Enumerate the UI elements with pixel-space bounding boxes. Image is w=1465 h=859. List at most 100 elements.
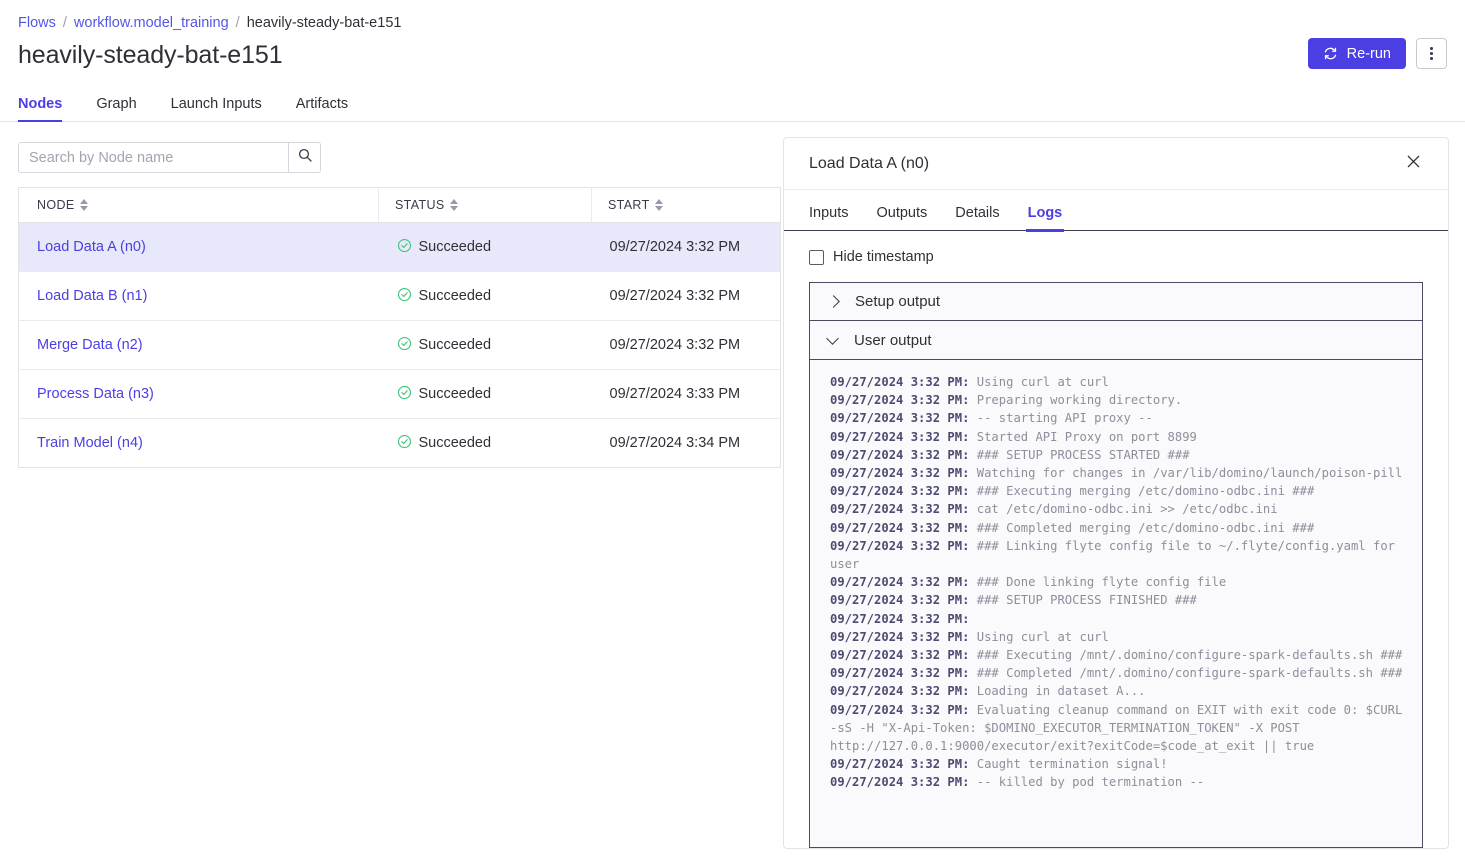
status-badge: Succeeded: [397, 336, 592, 355]
log-line: 09/27/2024 3:32 PM:: [830, 610, 1408, 628]
success-check-icon: [397, 434, 412, 453]
success-check-icon: [397, 336, 412, 355]
status-label: Succeeded: [418, 337, 492, 353]
node-link[interactable]: Load Data B (n1): [37, 288, 147, 304]
log-message: Loading in dataset A...: [969, 684, 1146, 699]
log-message: ### Done linking flyte config file: [969, 575, 1227, 590]
log-message: ### Executing merging /etc/domino-odbc.i…: [969, 484, 1315, 499]
tab-launch-inputs[interactable]: Launch Inputs: [171, 96, 262, 121]
refresh-icon: [1323, 46, 1338, 61]
search-input[interactable]: [18, 142, 288, 173]
log-message: ### SETUP PROCESS STARTED ###: [969, 447, 1190, 462]
panel-title: Load Data A (n0): [809, 154, 930, 172]
log-line: 09/27/2024 3:32 PM: ### Completed mergin…: [830, 519, 1408, 537]
log-line: 09/27/2024 3:32 PM: Started API Proxy on…: [830, 428, 1408, 446]
log-line: 09/27/2024 3:32 PM: Watching for changes…: [830, 464, 1408, 482]
hide-timestamp-row: Hide timestamp: [784, 231, 1448, 265]
log-timestamp: 09/27/2024 3:32 PM:: [830, 575, 970, 590]
status-badge: Succeeded: [397, 238, 592, 257]
log-message: -- killed by pod termination --: [969, 775, 1205, 790]
log-line: 09/27/2024 3:32 PM: Loading in dataset A…: [830, 682, 1408, 700]
table-row[interactable]: Merge Data (n2) Succeeded 09/27/2024 3:3…: [18, 320, 781, 370]
status-badge: Succeeded: [397, 287, 592, 306]
success-check-icon: [397, 238, 412, 257]
status-label: Succeeded: [418, 239, 492, 255]
accordion-user-output[interactable]: User output: [809, 321, 1423, 360]
log-line: 09/27/2024 3:32 PM: cat /etc/domino-odbc…: [830, 500, 1408, 518]
close-panel-button[interactable]: [1401, 152, 1425, 176]
log-timestamp: 09/27/2024 3:32 PM:: [830, 502, 970, 517]
breadcrumb-item-current: heavily-steady-bat-e151: [246, 15, 402, 31]
status-label: Succeeded: [418, 288, 492, 304]
kebab-menu-icon: [1430, 47, 1433, 60]
search-row: [18, 142, 764, 173]
accordion-user-output-label: User output: [854, 331, 932, 349]
table-row[interactable]: Train Model (n4) Succeeded 09/27/2024 3:…: [19, 419, 781, 468]
node-link[interactable]: Merge Data (n2): [37, 337, 143, 353]
panel-tab-outputs[interactable]: Outputs: [877, 205, 928, 230]
start-time: 09/27/2024 3:33 PM: [609, 386, 741, 402]
sort-icon[interactable]: [654, 199, 663, 211]
nodes-pane: NODE STATUS START: [0, 122, 782, 468]
panel-tab-logs[interactable]: Logs: [1025, 205, 1064, 232]
log-timestamp: 09/27/2024 3:32 PM:: [830, 484, 970, 499]
log-message: Watching for changes in /var/lib/domino/…: [969, 466, 1403, 481]
sort-icon[interactable]: [79, 199, 88, 211]
log-line: 09/27/2024 3:32 PM: -- killed by pod ter…: [830, 773, 1408, 791]
log-timestamp: 09/27/2024 3:32 PM:: [830, 775, 970, 790]
re-run-button[interactable]: Re-run: [1307, 38, 1406, 69]
column-header-start[interactable]: START: [591, 187, 781, 223]
more-options-button[interactable]: [1416, 38, 1447, 69]
log-timestamp: 09/27/2024 3:32 PM:: [830, 375, 970, 389]
chevron-right-icon: [827, 295, 840, 308]
tab-graph[interactable]: Graph: [96, 96, 136, 121]
re-run-label: Re-run: [1346, 45, 1391, 62]
status-badge: Succeeded: [397, 434, 592, 453]
tab-artifacts[interactable]: Artifacts: [296, 96, 348, 121]
table-row[interactable]: Load Data B (n1) Succeeded 09/27/2024 3:…: [18, 271, 781, 321]
panel-header: Load Data A (n0): [784, 138, 1448, 190]
log-line: 09/27/2024 3:32 PM: ### Executing /mnt/.…: [830, 646, 1408, 664]
node-link[interactable]: Train Model (n4): [37, 435, 143, 451]
start-time: 09/27/2024 3:32 PM: [609, 288, 741, 304]
start-time: 09/27/2024 3:32 PM: [609, 239, 741, 255]
column-header-node[interactable]: NODE: [18, 187, 379, 223]
log-timestamp: 09/27/2024 3:32 PM:: [830, 629, 970, 644]
log-line: 09/27/2024 3:32 PM: Caught termination s…: [830, 755, 1408, 773]
table-row[interactable]: Process Data (n3) Succeeded 09/27/2024 3…: [18, 369, 781, 419]
log-message: ### Executing /mnt/.domino/configure-spa…: [969, 648, 1403, 663]
panel-tab-details[interactable]: Details: [955, 205, 999, 230]
hide-timestamp-label[interactable]: Hide timestamp: [833, 249, 934, 265]
log-timestamp: 09/27/2024 3:32 PM:: [830, 538, 970, 553]
log-output[interactable]: 09/27/2024 3:32 PM: Using curl at curl 0…: [809, 360, 1423, 848]
log-line: 09/27/2024 3:32 PM: ### Completed /mnt/.…: [830, 664, 1408, 682]
breadcrumb-item-flows[interactable]: Flows: [18, 14, 56, 32]
log-timestamp: 09/27/2024 3:32 PM:: [830, 684, 970, 699]
log-line: 09/27/2024 3:32 PM: ### Done linking fly…: [830, 573, 1408, 591]
search-icon: [297, 147, 313, 168]
hide-timestamp-checkbox[interactable]: [809, 249, 824, 265]
accordion-setup-output-label: Setup output: [855, 293, 941, 310]
log-line: 09/27/2024 3:32 PM: -- starting API prox…: [830, 409, 1408, 427]
log-line: 09/27/2024 3:32 PM: Using curl at curl: [830, 373, 1408, 391]
app-root: Flows / workflow.model_training / heavil…: [0, 0, 1465, 859]
panel-tab-inputs[interactable]: Inputs: [809, 205, 849, 230]
node-link[interactable]: Process Data (n3): [37, 386, 154, 402]
header-actions: Re-run: [1307, 38, 1447, 69]
log-timestamp: 09/27/2024 3:32 PM:: [830, 611, 970, 626]
column-header-start-label: START: [608, 198, 650, 212]
node-link[interactable]: Load Data A (n0): [37, 239, 146, 255]
log-accordions: Setup output User output: [784, 265, 1448, 360]
success-check-icon: [397, 287, 412, 306]
breadcrumb-item-workflow[interactable]: workflow.model_training: [74, 14, 229, 32]
log-line: 09/27/2024 3:32 PM: ### SETUP PROCESS ST…: [830, 446, 1408, 464]
log-line: 09/27/2024 3:32 PM: ### SETUP PROCESS FI…: [830, 591, 1408, 609]
tab-nodes[interactable]: Nodes: [18, 96, 63, 122]
accordion-setup-output[interactable]: Setup output: [809, 282, 1423, 321]
column-header-status[interactable]: STATUS: [378, 187, 592, 223]
sort-icon[interactable]: [449, 199, 458, 211]
log-timestamp: 09/27/2024 3:32 PM:: [830, 447, 970, 462]
search-button[interactable]: [288, 142, 321, 173]
table-row[interactable]: Load Data A (n0) Succeeded 09/27/2024 3:…: [18, 222, 781, 272]
log-message: cat /etc/domino-odbc.ini >> /etc/odbc.in…: [969, 502, 1278, 517]
